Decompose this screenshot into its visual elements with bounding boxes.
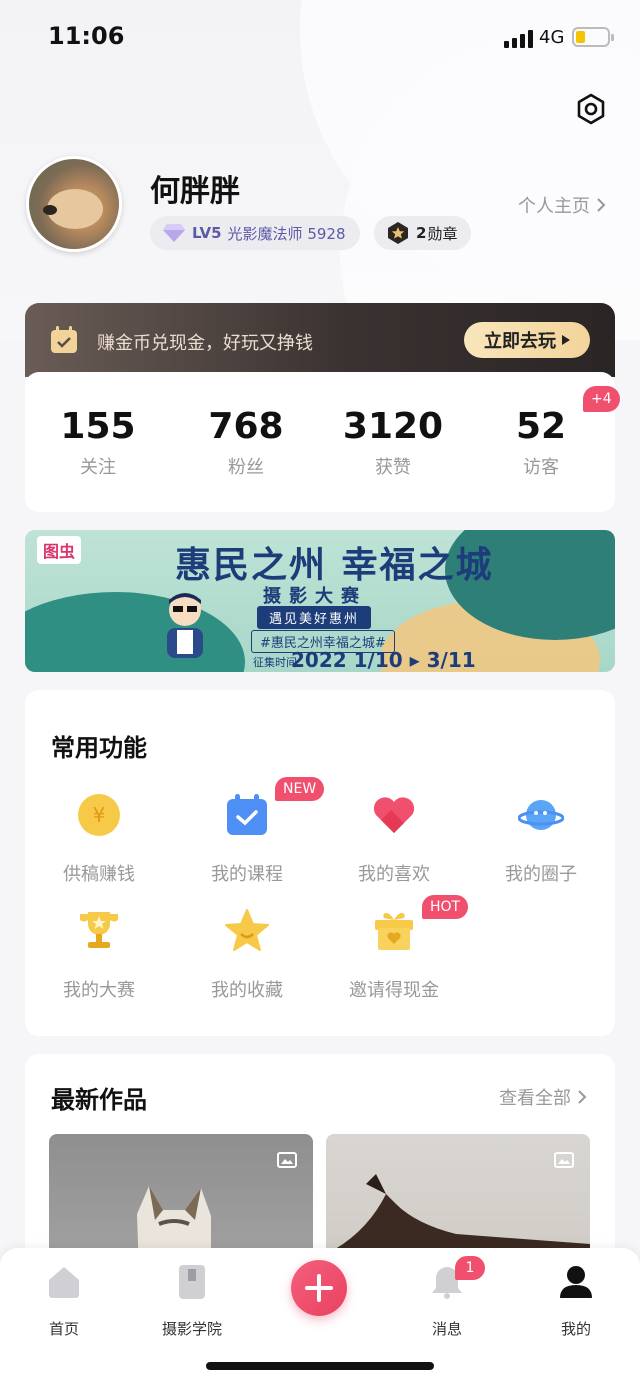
chevron-right-icon (578, 1090, 587, 1104)
function-label: 邀请得现金 (349, 980, 439, 1001)
gift-icon (375, 913, 413, 950)
promo-text: 赚金币兑现金，好玩又挣钱 (97, 333, 313, 354)
new-tag: NEW (275, 777, 325, 801)
stat-label: 获赞 (375, 457, 411, 478)
medal-count: 2 (416, 224, 427, 242)
stat-value: 52 (515, 406, 567, 447)
function-label: 我的喜欢 (358, 864, 430, 885)
homepage-link[interactable]: 个人主页 (518, 192, 606, 218)
diamond-icon (163, 224, 185, 242)
function-likes[interactable]: 我的喜欢 (320, 792, 468, 886)
level-badge[interactable]: LV5 光影魔法师 5928 (150, 216, 360, 250)
network-type: 4G (539, 27, 565, 48)
function-favorites[interactable]: 我的收藏 (173, 908, 321, 1002)
signal-icon (504, 30, 533, 48)
function-label: 我的收藏 (211, 980, 283, 1001)
section-title: 常用功能 (51, 734, 147, 762)
play-now-button[interactable]: 立即去玩 (464, 322, 590, 358)
avatar[interactable] (26, 156, 122, 252)
banner-tagline: 遇见美好惠州 (257, 606, 372, 629)
function-contests[interactable]: 我的大赛 (25, 908, 173, 1002)
stat-value: 768 (208, 406, 284, 447)
tab-academy[interactable]: 摄影学院 (142, 1264, 242, 1339)
banner-title: 惠民之州 幸福之城 (175, 545, 494, 586)
tab-label: 我的 (560, 1320, 591, 1338)
stat-following[interactable]: 155 关注 (38, 406, 158, 479)
tab-label: 首页 (48, 1320, 79, 1338)
image-icon (554, 1152, 574, 1168)
contest-banner[interactable]: 图虫 惠民之州 幸福之城 摄影大赛 遇见美好惠州 #惠民之州幸福之城# 征集时间… (25, 530, 615, 672)
stat-label: 关注 (80, 457, 116, 478)
common-functions-card: 常用功能 ¥ 供稿赚钱 我的课程 我的喜欢 我的圈子 我的大赛 我的收藏 邀请得… (25, 690, 615, 1036)
play-now-label: 立即去玩 (484, 331, 556, 352)
section-title: 最新作品 (51, 1086, 147, 1114)
play-arrow-icon (562, 335, 570, 345)
function-contribute[interactable]: ¥ 供稿赚钱 (25, 792, 173, 886)
tab-label: 摄影学院 (161, 1320, 222, 1338)
brand-logo: 图虫 (37, 536, 82, 564)
status-bar: 11:06 4G (0, 0, 640, 76)
function-label: 供稿赚钱 (63, 864, 135, 885)
stat-value: 155 (60, 406, 136, 447)
trophy-icon (80, 912, 118, 948)
function-label: 我的圈子 (505, 864, 577, 885)
username: 何胖胖 (150, 174, 240, 209)
tab-label: 消息 (431, 1320, 462, 1338)
banner-dates: 2022 1/10 ▸ 3/11 (291, 648, 476, 672)
create-post-button[interactable] (291, 1260, 347, 1316)
cartoon-photographer-icon (167, 593, 203, 658)
status-time: 11:06 (48, 22, 125, 50)
coin-icon: ¥ (78, 794, 120, 836)
chevron-right-icon (597, 198, 606, 212)
calendar-check-icon (227, 794, 267, 835)
home-icon (49, 1267, 79, 1298)
calendar-icon (51, 326, 77, 353)
function-courses[interactable]: 我的课程 (173, 792, 321, 886)
stat-visitors[interactable]: 52 访客 (481, 406, 601, 479)
stat-followers[interactable]: 768 粉丝 (186, 406, 306, 479)
medal-badge[interactable]: 2 勋章 (374, 216, 472, 250)
tab-me[interactable]: 我的 (526, 1264, 626, 1339)
planet-icon (517, 800, 565, 830)
hot-tag: HOT (422, 895, 469, 919)
function-label: 我的课程 (211, 864, 283, 885)
medal-label: 勋章 (427, 224, 458, 243)
book-icon (179, 1265, 205, 1299)
stats-card: 155 关注 768 粉丝 3120 获赞 52 访客 +4 (25, 372, 620, 512)
function-circles[interactable]: 我的圈子 (467, 792, 615, 886)
heart-icon (373, 797, 415, 833)
message-count-badge: 1 (455, 1256, 485, 1280)
image-icon (277, 1152, 297, 1168)
visitors-new-badge: +4 (583, 386, 620, 412)
svg-text:¥: ¥ (93, 803, 106, 827)
tab-home[interactable]: 首页 (14, 1264, 114, 1339)
see-all-link[interactable]: 查看全部 (499, 1084, 587, 1110)
homepage-link-label: 个人主页 (518, 196, 590, 217)
stat-label: 访客 (523, 457, 559, 478)
see-all-label: 查看全部 (499, 1088, 571, 1109)
star-icon (225, 909, 269, 951)
stat-likes[interactable]: 3120 获赞 (333, 406, 453, 479)
plus-icon (305, 1274, 333, 1302)
function-invite[interactable]: 邀请得现金 (320, 908, 468, 1002)
level-title: 光影魔法师 5928 (227, 224, 346, 243)
coin-promo-banner[interactable]: 赚金币兑现金，好玩又挣钱 立即去玩 (25, 303, 615, 377)
home-indicator (206, 1362, 434, 1370)
level-value: LV5 (192, 224, 222, 242)
banner-subtitle: 摄影大赛 (263, 586, 367, 607)
user-icon (560, 1266, 592, 1298)
battery-icon (572, 27, 614, 47)
stat-label: 粉丝 (228, 457, 264, 478)
function-label: 我的大赛 (63, 980, 135, 1001)
stat-value: 3120 (342, 406, 444, 447)
medal-icon (388, 222, 408, 244)
settings-gear-icon[interactable] (574, 92, 608, 126)
